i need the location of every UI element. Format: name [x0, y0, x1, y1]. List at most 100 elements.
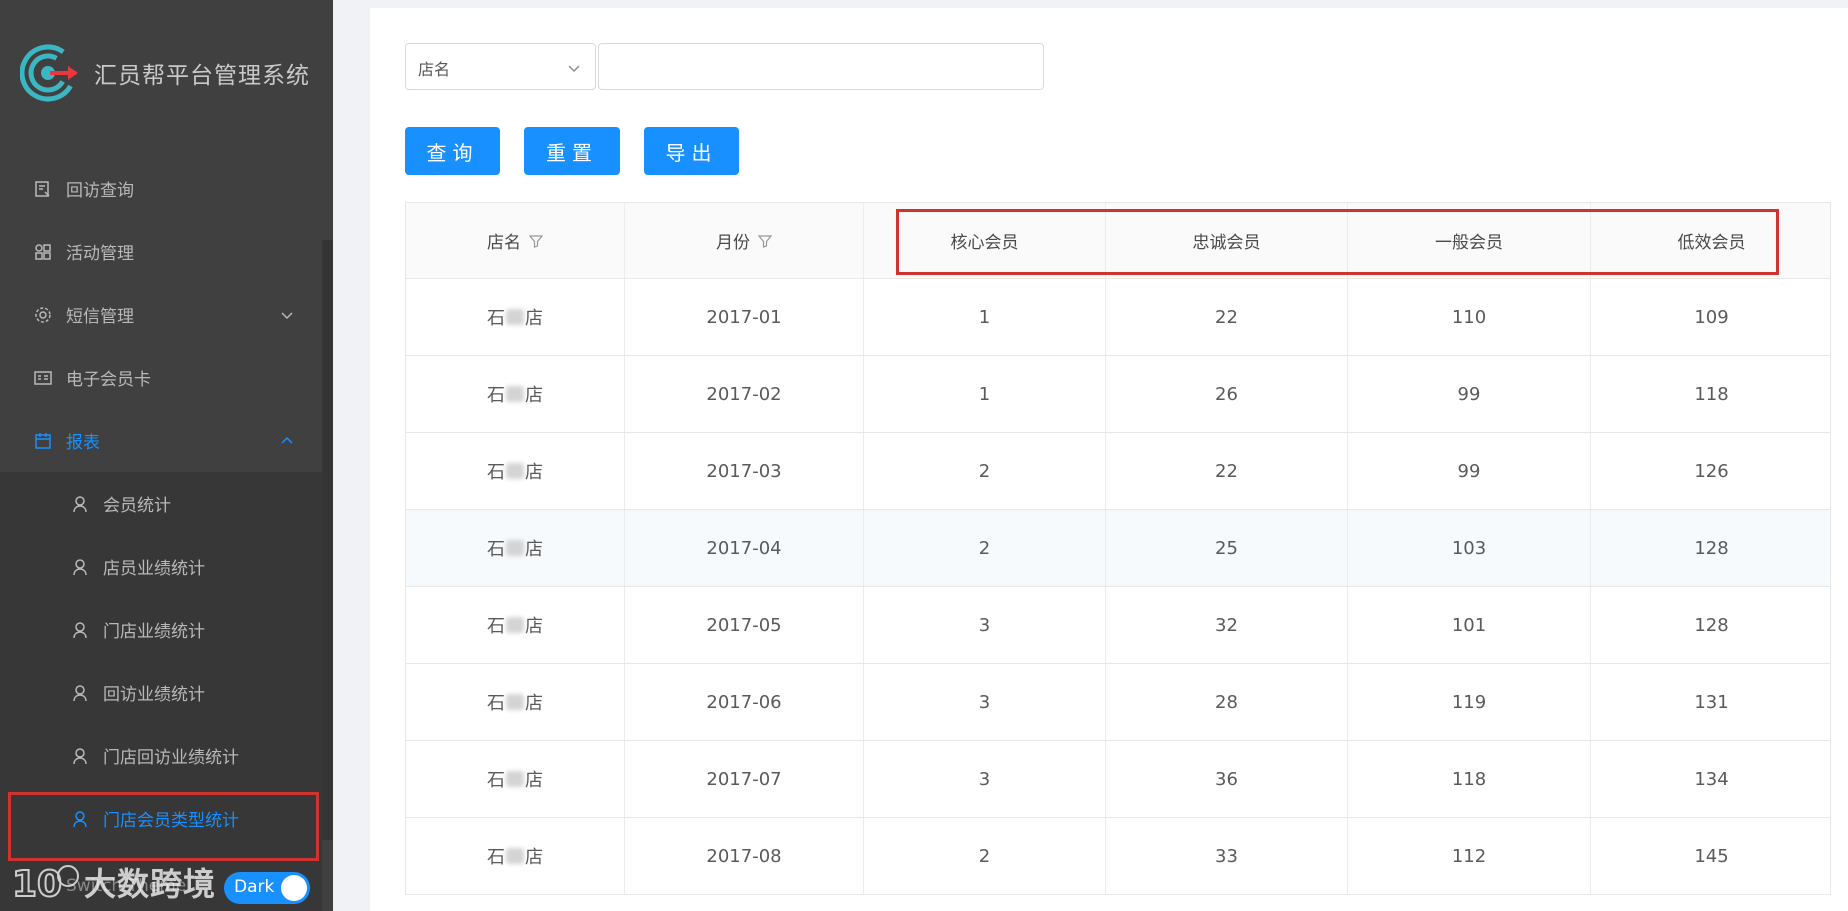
- sidebar-item-ecard[interactable]: 电子会员卡: [0, 346, 322, 409]
- redacted-text: [506, 617, 524, 633]
- cell-core: 2: [978, 537, 991, 559]
- cell-low: 134: [1694, 768, 1729, 790]
- user-icon: [73, 684, 87, 701]
- store-name-prefix: 石: [487, 308, 505, 329]
- cell-core: 2: [978, 460, 991, 482]
- cell-month: 2017-03: [706, 460, 782, 482]
- card-icon: [34, 370, 52, 385]
- cell-loyal: 36: [1215, 768, 1238, 790]
- sidebar-subitem-store-performance[interactable]: 门店业绩统计: [0, 598, 322, 661]
- sidebar-subitem-visit-performance[interactable]: 回访业绩统计: [0, 661, 322, 724]
- table-row[interactable]: 石店 2017-08 2 33 112 145: [405, 818, 1831, 895]
- cell-low: 131: [1694, 691, 1729, 713]
- cell-low: 128: [1694, 614, 1729, 636]
- redacted-text: [506, 771, 524, 787]
- cell-low: 128: [1694, 537, 1729, 559]
- cell-general: 119: [1451, 691, 1487, 713]
- sidebar-item-sms[interactable]: 短信管理: [0, 283, 322, 346]
- cell-store: 石店: [406, 587, 624, 663]
- cell-month: 2017-06: [706, 691, 782, 713]
- table-row[interactable]: 石店 2017-03 2 22 99 126: [405, 433, 1831, 510]
- cell-low: 109: [1694, 306, 1729, 328]
- brand-title: 汇员帮平台管理系统: [94, 63, 310, 89]
- cell-core: 1: [978, 306, 991, 328]
- redacted-text: [506, 694, 524, 710]
- chevron-up-icon: [281, 436, 293, 444]
- column-header-label: 店名: [487, 233, 521, 253]
- activity-icon: [35, 243, 51, 260]
- cell-loyal: 26: [1215, 383, 1238, 405]
- store-name-prefix: 石: [487, 693, 505, 714]
- cell-month: 2017-02: [706, 383, 782, 405]
- report-icon: [35, 432, 51, 449]
- sidebar-item-label: 报表: [66, 433, 100, 453]
- store-name-prefix: 石: [487, 539, 505, 560]
- svg-text:10: 10: [12, 864, 62, 905]
- field-select[interactable]: 店名: [405, 43, 596, 90]
- store-name-prefix: 石: [487, 847, 505, 868]
- table-row[interactable]: 石店 2017-04 2 25 103 128: [405, 510, 1831, 587]
- cell-month: 2017-01: [706, 306, 782, 328]
- table-row[interactable]: 石店 2017-05 3 32 101 128: [405, 587, 1831, 664]
- visit-query-icon: [35, 180, 50, 197]
- gear-icon: [35, 306, 51, 323]
- cell-store: 石店: [406, 356, 624, 432]
- annotation-highlight-box: [896, 209, 1779, 275]
- store-name-suffix: 店: [525, 847, 543, 868]
- toggle-text: Dark: [234, 877, 275, 897]
- cell-month: 2017-05: [706, 614, 782, 636]
- cell-store: 石店: [406, 741, 624, 817]
- cell-general: 99: [1457, 460, 1481, 482]
- user-icon: [73, 747, 87, 764]
- sidebar-item-label: 活动管理: [66, 244, 134, 264]
- cell-core: 2: [978, 845, 991, 867]
- sidebar-item-visit-query[interactable]: 回访查询: [0, 157, 322, 220]
- cell-store: 石店: [406, 510, 624, 586]
- store-name-prefix: 石: [487, 462, 505, 483]
- store-name-suffix: 店: [525, 770, 543, 791]
- cell-low: 145: [1694, 845, 1729, 867]
- cell-store: 石店: [406, 279, 624, 355]
- cell-loyal: 22: [1215, 306, 1238, 328]
- store-name-suffix: 店: [525, 385, 543, 406]
- query-button[interactable]: 查询: [405, 127, 500, 175]
- redacted-text: [506, 309, 524, 325]
- theme-toggle[interactable]: Dark: [224, 872, 310, 904]
- table-row[interactable]: 石店 2017-06 3 28 119 131: [405, 664, 1831, 741]
- cell-loyal: 25: [1215, 537, 1238, 559]
- table-row[interactable]: 石店 2017-02 1 26 99 118: [405, 356, 1831, 433]
- watermark-logo-icon: 10: [11, 863, 79, 906]
- search-input[interactable]: [598, 43, 1044, 90]
- sidebar-scrollbar[interactable]: [322, 240, 333, 840]
- sidebar-subitem-member-stats[interactable]: 会员统计: [0, 472, 322, 535]
- column-header-store[interactable]: 店名: [406, 203, 624, 278]
- store-name-prefix: 石: [487, 770, 505, 791]
- sidebar-subitem-clerk-performance[interactable]: 店员业绩统计: [0, 535, 322, 598]
- cell-general: 103: [1451, 537, 1487, 559]
- filter-icon[interactable]: [758, 234, 772, 248]
- cell-loyal: 28: [1215, 691, 1238, 713]
- sidebar-item-activity[interactable]: 活动管理: [0, 220, 322, 283]
- sidebar-subitem-label: 店员业绩统计: [103, 559, 205, 579]
- brand-logo-icon: [20, 44, 78, 102]
- reset-button[interactable]: 重置: [524, 127, 620, 175]
- sidebar-item-label: 短信管理: [66, 307, 134, 327]
- filter-icon[interactable]: [529, 234, 543, 248]
- chevron-down-icon: [281, 311, 293, 319]
- column-header-month[interactable]: 月份: [625, 203, 863, 278]
- column-header-label: 月份: [716, 233, 750, 253]
- store-name-suffix: 店: [525, 693, 543, 714]
- cell-general: 112: [1451, 845, 1487, 867]
- user-icon: [73, 558, 87, 575]
- table-row[interactable]: 石店 2017-07 3 36 118 134: [405, 741, 1831, 818]
- sidebar-item-report[interactable]: 报表: [0, 409, 322, 472]
- export-button[interactable]: 导出: [644, 127, 739, 175]
- table-row[interactable]: 石店 2017-01 1 22 110 109: [405, 279, 1831, 356]
- cell-general: 118: [1451, 768, 1487, 790]
- cell-core: 3: [978, 768, 991, 790]
- sidebar-subitem-label: 门店回访业绩统计: [103, 748, 239, 768]
- cell-general: 101: [1451, 614, 1487, 636]
- cell-general: 99: [1457, 383, 1481, 405]
- sidebar-subitem-store-visit-performance[interactable]: 门店回访业绩统计: [0, 724, 322, 787]
- watermark-text: 大数跨境: [84, 865, 217, 903]
